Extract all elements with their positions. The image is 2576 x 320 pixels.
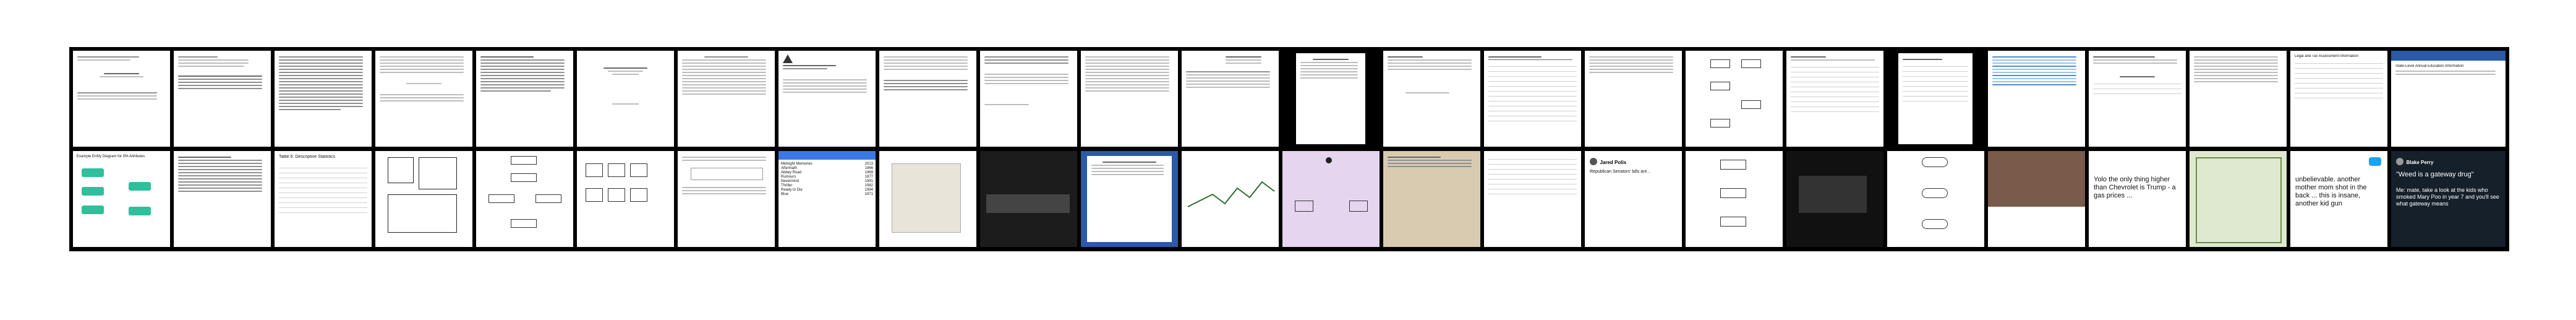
thumbnail-tweet[interactable]: Yolo the only thing higher than Chevrole… [2089, 151, 2186, 247]
thumbnail-tweet[interactable]: Jared Polis Republican Senators' bills a… [1585, 151, 1682, 247]
tile-title: Example Entity Diagram for IPA Attribute… [77, 155, 145, 158]
thumbnail-document[interactable] [375, 51, 472, 147]
thumbnail-document[interactable] [275, 51, 372, 147]
thumbnail-table[interactable]: Table 6: Descriptive Statistics [275, 151, 372, 247]
thumbnail-scan[interactable] [375, 151, 472, 247]
thumbnail-table[interactable] [1484, 51, 1581, 147]
thumbnail-table[interactable]: Midnight Memories 2013 Aftermath 1966 Abbe… [778, 151, 876, 247]
table-row: Ready to Die 1994 [781, 188, 873, 192]
thumbnail-scan[interactable] [1383, 151, 1480, 247]
tile-header: Legal and Tax Assessment Information [2295, 54, 2358, 58]
table-row: Aftermath 1966 [781, 166, 873, 170]
twitter-icon [2369, 157, 2381, 166]
thumbnail-document[interactable] [476, 51, 573, 147]
thumbnail-document[interactable] [678, 151, 775, 247]
table-row: Thriller 1982 [781, 184, 873, 188]
tweet-text: Me: mate, take a look at the kids who sm… [2396, 187, 2499, 207]
thumbnail-document[interactable] [174, 151, 271, 247]
table-row: Nevermind 1991 [781, 179, 873, 183]
thumbnail-document[interactable] [1081, 151, 1178, 247]
table-row: Blue 1971 [781, 192, 873, 196]
mini-chart [1187, 181, 1275, 207]
thumbnail-document[interactable]: State-Level Annual Education Information [2391, 51, 2506, 147]
thumbnail-certificate[interactable] [2190, 151, 2287, 247]
avatar [1590, 157, 1597, 165]
thumbnail-document[interactable] [1887, 51, 1984, 147]
table-row: Abbey Road 1969 [781, 171, 873, 175]
thumbnail-document[interactable] [2190, 51, 2287, 147]
thumbnail-tweet[interactable]: Blake Perry "Weed is a gateway drug" Me:… [2391, 151, 2506, 247]
thumbnail-screenshot[interactable] [980, 151, 1077, 247]
thumbnail-flowchart[interactable] [1686, 151, 1783, 247]
thumbnail-diagram[interactable] [577, 151, 674, 247]
thumbnail-document[interactable] [1383, 51, 1480, 147]
tweet-author: Jared Polis [1600, 160, 1627, 165]
thumbnail-document[interactable] [577, 51, 674, 147]
tweet-author: Blake Perry [2406, 160, 2434, 165]
thumbnail-document[interactable] [879, 51, 976, 147]
thumbnail-document[interactable] [980, 51, 1077, 147]
tweet-text: unbelievable. another mother mom shot in… [2295, 176, 2367, 207]
thumbnail-document[interactable] [1282, 51, 1380, 147]
thumbnail-document[interactable] [778, 51, 876, 147]
tweet-quote: "Weed is a gateway drug" [2396, 171, 2474, 178]
thumbnail-diagram[interactable]: Example Entity Diagram for IPA Attribute… [73, 151, 170, 247]
thumbnail-flowchart[interactable] [1887, 151, 1984, 247]
thumbnail-diagram[interactable] [1282, 151, 1380, 247]
thumbnail-flowchart[interactable] [476, 151, 573, 247]
thumbnail-document[interactable] [1585, 51, 1682, 147]
table-row: Rumours 1977 [781, 175, 873, 179]
thumbnail-document[interactable] [73, 51, 170, 147]
thumbnail-document[interactable] [2089, 51, 2186, 147]
tweet-text: Yolo the only thing higher than Chevrole… [2094, 176, 2176, 199]
thumbnail-document[interactable] [174, 51, 271, 147]
thumbnail-grid: Legal and Tax Assessment Information Sta… [69, 47, 2509, 251]
thumbnail-financial-table[interactable] [1786, 51, 1883, 147]
tile-title: Table 6: Descriptive Statistics [279, 155, 336, 159]
thumbnail-chart[interactable] [1182, 151, 1279, 247]
thumbnail-document[interactable] [1182, 51, 1279, 147]
thumbnail-flowchart[interactable] [1686, 51, 1783, 147]
thumbnail-tweet[interactable] [1988, 151, 2085, 247]
thumbnail-table[interactable]: Legal and Tax Assessment Information [2290, 51, 2387, 147]
thumbnail-table[interactable] [1484, 151, 1581, 247]
avatar [2396, 157, 2403, 165]
tile-header: State-Level Annual Education Information [2395, 64, 2464, 68]
thumbnail-document[interactable] [1081, 51, 1178, 147]
thumbnail-row-bottom: Example Entity Diagram for IPA Attribute… [73, 151, 2506, 247]
tweet-photo [1988, 151, 2085, 207]
tweet-text: Republican Senators' bills are... [1590, 170, 1651, 174]
thumbnail-document[interactable] [678, 51, 775, 147]
table-row: Midnight Memories 2013 [781, 162, 873, 166]
thumbnail-tweet[interactable]: unbelievable. another mother mom shot in… [2290, 151, 2387, 247]
thumbnail-photo[interactable] [879, 151, 976, 247]
thumbnail-spreadsheet[interactable] [1988, 51, 2085, 147]
thumbnail-screenshot[interactable] [1786, 151, 1883, 247]
thumbnail-row-top: Legal and Tax Assessment Information Sta… [73, 51, 2506, 147]
